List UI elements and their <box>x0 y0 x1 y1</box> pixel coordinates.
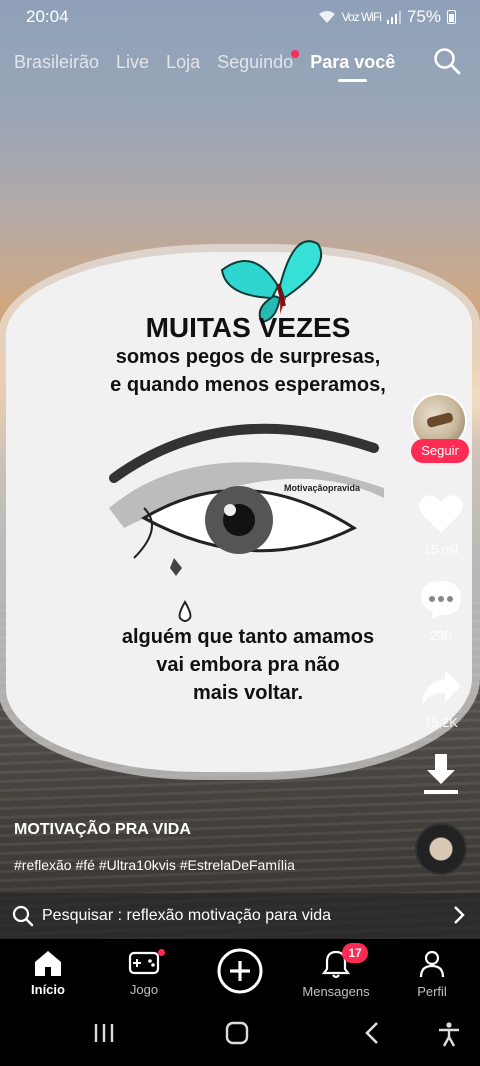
creator-avatar-group[interactable]: Seguir <box>411 393 469 469</box>
share-count: 15,2K <box>424 715 458 730</box>
share-button[interactable]: 15,2K <box>414 668 468 730</box>
nav-game-label: Jogo <box>129 982 159 997</box>
accessibility-icon[interactable] <box>436 1021 462 1047</box>
search-suggestion-bar[interactable]: Pesquisar : reflexão motivação para vida <box>0 893 480 939</box>
quote-line: e quando menos esperamos, <box>110 374 386 396</box>
battery-percent: 75% <box>406 7 441 26</box>
network-label: Voz WiFi <box>341 10 382 24</box>
status-time: 20:04 <box>26 7 69 26</box>
nav-game[interactable]: Jogo <box>114 949 174 997</box>
creator-name[interactable]: MOTIVAÇÃO PRA VIDA <box>14 821 191 839</box>
quote-title: MUITAS VEZES <box>145 312 351 343</box>
comment-count: 230 <box>430 628 452 643</box>
nav-profile-label: Perfil <box>417 984 447 999</box>
like-button[interactable]: 15 mil <box>414 493 468 557</box>
video-hashtags[interactable]: #reflexão #fé #Ultra10kvis #EstrelaDeFam… <box>14 857 295 873</box>
music-disc-icon[interactable] <box>415 823 467 875</box>
eye-illustration <box>109 423 384 576</box>
system-nav-bar <box>0 1005 480 1066</box>
signal-icon <box>386 11 401 24</box>
search-suggestion-label: Pesquisar : reflexão motivação para vida <box>42 907 332 924</box>
nav-home-label: Início <box>31 982 65 997</box>
quote-line: mais voltar. <box>192 682 304 704</box>
share-arrow-icon <box>422 670 461 706</box>
quote-line: alguém que tanto amamos <box>121 626 375 648</box>
person-icon <box>419 950 445 978</box>
like-count: 15 mil <box>423 542 459 557</box>
search-icon[interactable] <box>432 46 462 76</box>
top-tabs: Brasileirão Live Loja Seguindo Para você <box>0 42 480 82</box>
tab-seguindo[interactable]: Seguindo <box>217 49 300 73</box>
status-icons: Voz WiFi 75% <box>318 7 456 27</box>
comment-button[interactable]: 230 <box>414 579 468 643</box>
comment-icon <box>421 581 461 620</box>
messages-badge: 17 <box>342 943 368 963</box>
quote-card: MUITAS VEZES somos pegos de surpresas, e… <box>0 236 472 776</box>
home-button-icon[interactable] <box>225 1021 249 1045</box>
plus-circle-icon <box>217 948 263 994</box>
quote-line: somos pegos de surpresas, <box>115 346 381 368</box>
tab-seguindo-label: Seguindo <box>217 51 294 72</box>
nav-profile[interactable]: Perfil <box>406 949 458 999</box>
heart-icon <box>419 495 463 533</box>
tab-para-voce[interactable]: Para você <box>310 52 395 82</box>
nav-messages-label: Mensagens <box>302 984 370 999</box>
quote-line: vai embora pra não <box>156 654 340 676</box>
tab-brasileirao[interactable]: Brasileirão <box>14 52 99 73</box>
nav-home[interactable]: Início <box>22 949 74 997</box>
back-icon[interactable] <box>362 1021 382 1045</box>
create-button[interactable] <box>216 947 264 998</box>
status-bar: 20:04 Voz WiFi 75% <box>0 0 480 34</box>
tear-drop-icon <box>178 600 192 622</box>
bottom-nav: Início Jogo 17 Mensagens Perfil <box>0 939 480 1005</box>
home-icon <box>35 951 61 976</box>
download-icon <box>424 754 458 794</box>
tab-live[interactable]: Live <box>116 52 149 73</box>
watermark-text: Motivaçãopravida <box>284 483 361 493</box>
chevron-right-icon <box>454 906 465 924</box>
gamepad-icon <box>128 951 160 975</box>
download-button[interactable] <box>414 752 468 801</box>
notification-dot <box>158 949 165 956</box>
follow-button[interactable]: Seguir <box>411 439 469 463</box>
recent-apps-icon[interactable] <box>92 1021 116 1045</box>
notification-dot <box>291 49 300 58</box>
nav-messages[interactable]: 17 Mensagens <box>298 943 374 999</box>
battery-icon <box>447 10 456 24</box>
tab-loja[interactable]: Loja <box>166 52 200 73</box>
search-icon <box>12 905 34 927</box>
wifi-icon <box>318 11 335 23</box>
